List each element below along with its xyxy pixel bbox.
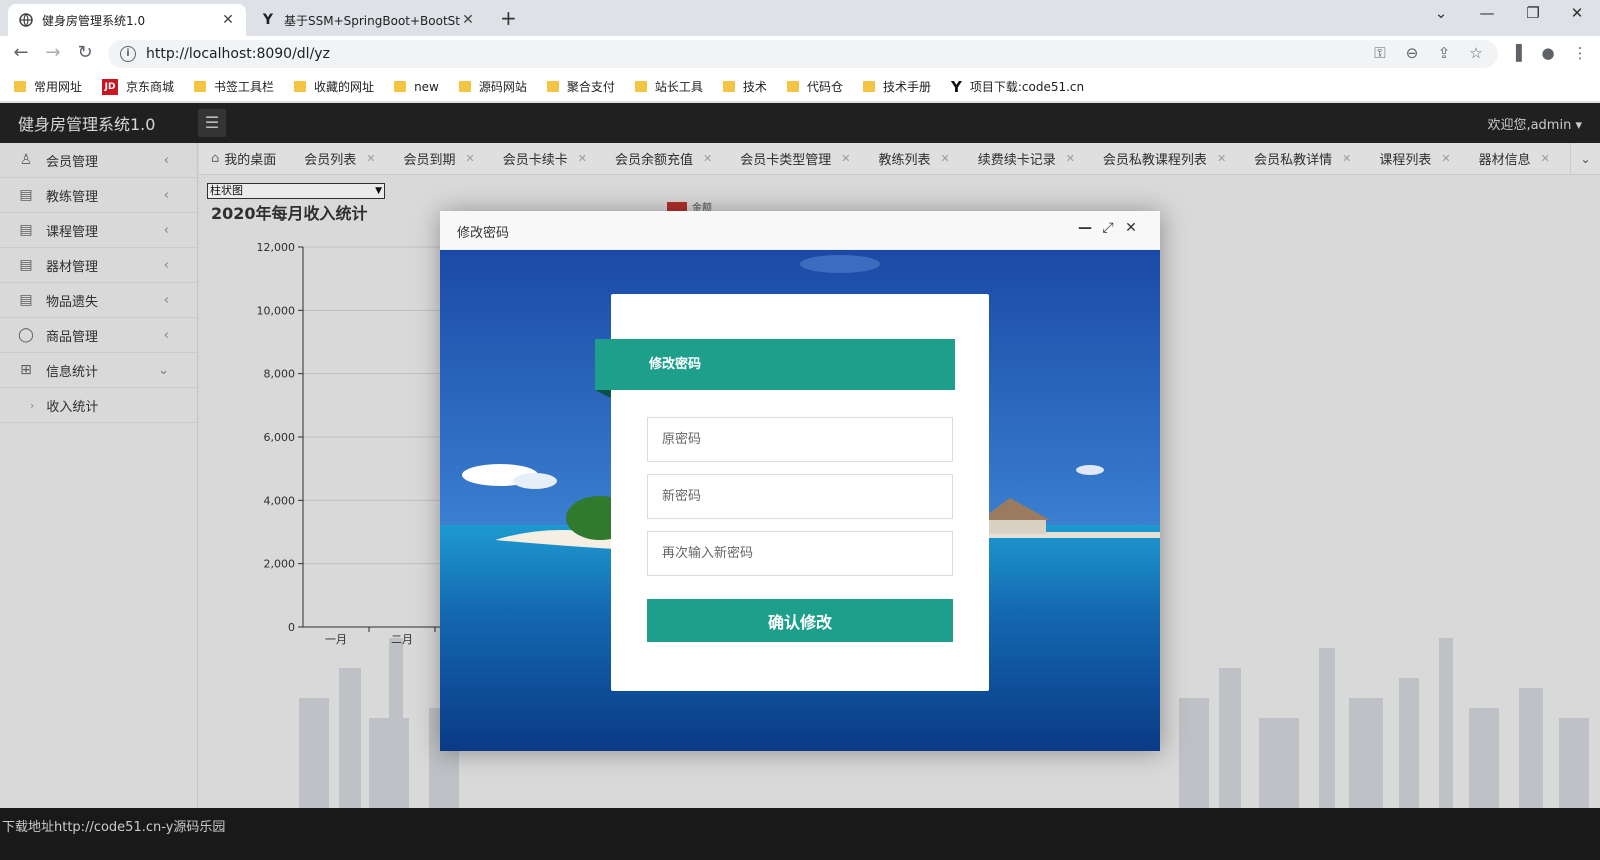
share-icon[interactable]: ⇪ bbox=[1434, 44, 1454, 62]
form-title-ribbon: 修改密码 bbox=[595, 339, 955, 390]
url-bar[interactable]: i http://localhost:8090/dl/yz bbox=[108, 40, 1498, 68]
browser-tab-title: 健身房管理系统1.0 bbox=[42, 13, 146, 28]
bookmark[interactable]: 书签工具栏 bbox=[194, 78, 274, 95]
address-bar-row: ← → ↻ i http://localhost:8090/dl/yz ⚿ ⊖ … bbox=[0, 36, 1600, 72]
folder-icon bbox=[546, 81, 559, 92]
zoom-icon[interactable]: ⊖ bbox=[1402, 44, 1422, 62]
bookmark[interactable]: 站长工具 bbox=[634, 78, 703, 95]
reload-icon[interactable]: ↻ bbox=[73, 42, 97, 63]
dialog-title: 修改密码 bbox=[457, 226, 510, 241]
bookmark[interactable]: JD 京东商城 bbox=[102, 78, 174, 95]
folder-icon bbox=[194, 81, 207, 92]
old-password-input[interactable] bbox=[647, 417, 953, 462]
tab-search-icon[interactable]: ⌄ bbox=[1418, 4, 1464, 22]
close-icon[interactable]: ✕ bbox=[1122, 220, 1140, 236]
minimize-icon[interactable]: — bbox=[1464, 4, 1510, 22]
maximize-icon[interactable]: ⤢ bbox=[1099, 220, 1117, 236]
key-icon[interactable]: ⚿ bbox=[1370, 44, 1390, 62]
bookmark[interactable]: 源码网站 bbox=[458, 78, 527, 95]
jd-logo-icon: JD bbox=[102, 78, 119, 95]
change-password-dialog: 修改密码 — ⤢ ✕ 修改密码 确认修改 bbox=[440, 211, 1160, 751]
confirm-change-button[interactable]: 确认修改 bbox=[647, 599, 953, 642]
bookmark[interactable]: 聚合支付 bbox=[546, 78, 615, 95]
confirm-password-input[interactable] bbox=[647, 531, 953, 576]
browser-tab[interactable]: Y 基于SSM+SpringBoot+BootSt ✕ bbox=[250, 4, 486, 36]
bookmark-star-icon[interactable]: ☆ bbox=[1466, 44, 1486, 62]
folder-icon bbox=[394, 81, 407, 92]
url-text: http://localhost:8090/dl/yz bbox=[146, 46, 330, 62]
bookmark[interactable]: 技术手册 bbox=[862, 78, 931, 95]
folder-icon bbox=[862, 81, 875, 92]
minimize-icon[interactable]: — bbox=[1076, 220, 1094, 236]
close-tab-icon[interactable]: ✕ bbox=[460, 12, 476, 28]
folder-icon bbox=[786, 81, 799, 92]
ribbon-fold bbox=[595, 390, 611, 398]
forward-icon[interactable]: → bbox=[41, 42, 65, 63]
folder-icon bbox=[458, 81, 471, 92]
bookmarks-bar: 常用网址 JD 京东商城 书签工具栏 收藏的网址 new 源码网站 聚合支付 站长… bbox=[0, 72, 1600, 102]
bookmark[interactable]: 常用网址 bbox=[14, 78, 82, 95]
dialog-header: 修改密码 — ⤢ ✕ bbox=[440, 211, 1160, 250]
close-tab-icon[interactable]: ✕ bbox=[220, 12, 236, 28]
folder-icon bbox=[722, 81, 735, 92]
bookmark[interactable]: 代码仓 bbox=[786, 78, 843, 95]
folder-icon bbox=[294, 81, 307, 92]
browser-tab-active[interactable]: 健身房管理系统1.0 ✕ bbox=[8, 4, 246, 36]
browser-tab-title: 基于SSM+SpringBoot+BootSt bbox=[284, 13, 460, 28]
bookmark[interactable]: new bbox=[394, 80, 439, 94]
side-panel-icon[interactable]: ▐ bbox=[1506, 44, 1526, 62]
bookmark[interactable]: 技术 bbox=[722, 78, 767, 95]
globe-icon bbox=[18, 12, 34, 28]
new-password-input[interactable] bbox=[647, 474, 953, 519]
dialog-body: 修改密码 确认修改 bbox=[440, 250, 1160, 751]
menu-dots-icon[interactable]: ⋮ bbox=[1570, 44, 1590, 62]
new-tab-icon[interactable]: + bbox=[500, 6, 517, 30]
close-window-icon[interactable]: ✕ bbox=[1554, 4, 1600, 22]
folder-icon bbox=[634, 81, 647, 92]
profile-icon[interactable]: ● bbox=[1538, 44, 1558, 62]
y-logo-icon: Y bbox=[262, 12, 274, 28]
folder-icon bbox=[14, 81, 26, 92]
y-logo-icon: Y bbox=[950, 77, 962, 96]
bookmark[interactable]: 收藏的网址 bbox=[294, 78, 374, 95]
back-icon[interactable]: ← bbox=[9, 42, 33, 63]
site-info-icon[interactable]: i bbox=[120, 46, 136, 62]
bookmark[interactable]: Y 项目下载:code51.cn bbox=[951, 78, 1084, 96]
restore-icon[interactable]: ❐ bbox=[1510, 4, 1556, 22]
browser-tab-bar: 健身房管理系统1.0 ✕ Y 基于SSM+SpringBoot+BootSt ✕… bbox=[0, 0, 1600, 36]
